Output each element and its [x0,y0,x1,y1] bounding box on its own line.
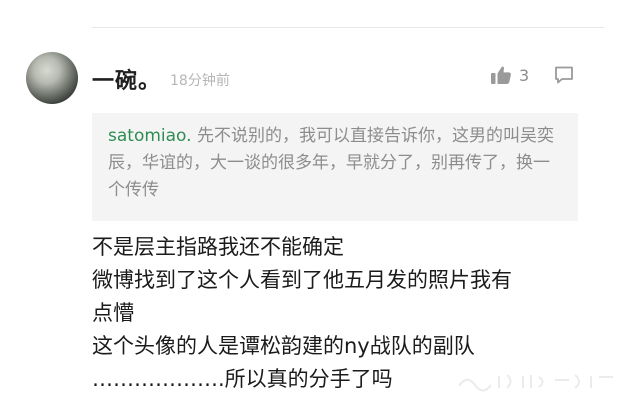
quoted-comment: satomiao. 先不说别的，我可以直接告诉你，这男的叫吴奕辰，华谊的，大一谈… [92,113,578,221]
quoted-username[interactable]: satomiao. [108,126,192,146]
comment-username[interactable]: 一碗。 [92,63,161,95]
like-button[interactable] [490,64,512,86]
comment-timestamp: 18分钟前 [170,73,230,89]
top-divider [92,27,604,28]
reply-line: 不是层主指路我还不能确定 [92,235,344,259]
like-count: 3 [519,66,530,85]
watermark [458,374,613,392]
thumbs-up-icon [491,66,511,84]
reply-line: 这个头像的人是谭松韵建的ny战队的副队 [92,334,475,358]
reply-button[interactable] [553,64,575,86]
reply-line: 微博找到了这个人看到了他五月发的照片我有 [92,268,512,292]
reply-line: 点懵 [92,301,134,325]
comment-icon [555,66,573,84]
avatar[interactable] [26,52,78,104]
quoted-comment-text: satomiao. 先不说别的，我可以直接告诉你，这男的叫吴奕辰，华谊的，大一谈… [108,123,563,204]
